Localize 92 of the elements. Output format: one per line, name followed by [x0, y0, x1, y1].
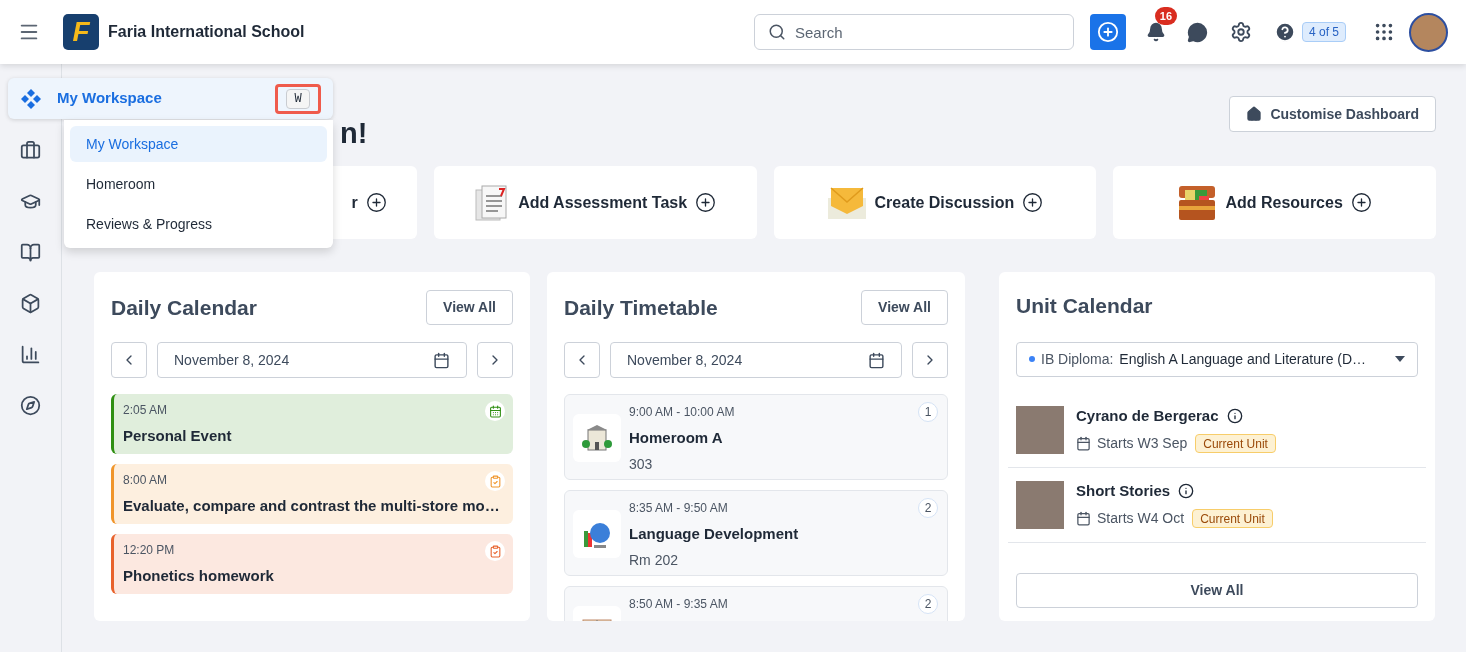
plus-circle-icon	[1022, 192, 1044, 213]
event-title: Phonetics homework	[123, 566, 274, 586]
chest-icon	[1177, 183, 1218, 222]
event-time: 12:20 PM	[123, 542, 175, 559]
period-number: 2	[918, 594, 938, 614]
plus-circle-icon	[695, 192, 717, 213]
view-all-button[interactable]: View All	[426, 290, 513, 325]
calendar-icon	[488, 404, 502, 418]
plus-icon	[1096, 21, 1119, 43]
cube-icon[interactable]	[20, 293, 41, 314]
clipboard-icon	[488, 544, 502, 558]
unit-start: Starts W4 Oct	[1097, 509, 1185, 529]
clipboard-icon	[488, 474, 502, 488]
logo: F	[63, 14, 99, 50]
building-icon	[582, 424, 612, 452]
view-all-button[interactable]: View All	[1016, 572, 1418, 608]
avatar[interactable]	[1409, 12, 1448, 52]
plus-circle-icon	[1350, 192, 1372, 213]
info-icon[interactable]	[1226, 408, 1243, 424]
event-time: 8:00 AM	[123, 472, 168, 489]
current-unit-badge: Current Unit	[1192, 509, 1273, 529]
event-card[interactable]: 8:00 AM Evaluate, compare and contrast the multi-store mo…	[111, 464, 513, 524]
calendar-icon	[868, 351, 885, 369]
caret-icon	[1395, 356, 1405, 362]
add-button[interactable]	[1089, 14, 1126, 50]
class-card[interactable]: 8:35 AM - 9:50 AM Language Development Rm 202 2	[564, 490, 948, 576]
class-title: Homeroom A	[629, 428, 724, 448]
plus-circle-icon	[365, 192, 387, 213]
period-number: 2	[918, 498, 938, 518]
quick-action-card[interactable]: Add Resources	[1113, 166, 1436, 239]
book-icon[interactable]	[20, 242, 41, 263]
dropdown-item[interactable]: My Workspace	[70, 126, 327, 162]
date-field[interactable]: November 8, 2024	[157, 342, 467, 378]
shortcut-key: W	[275, 83, 321, 114]
panel-title: Daily Calendar	[111, 294, 257, 321]
dropdown-item[interactable]: Homeroom	[70, 166, 327, 202]
settings-icon[interactable]	[1229, 21, 1252, 43]
greeting-heading: n!	[340, 116, 368, 151]
photo-placeholder	[1016, 480, 1064, 529]
apps-grid-icon[interactable]	[1373, 21, 1395, 43]
quick-action-card[interactable]: Add Assessment Task	[433, 166, 757, 239]
dropdown-item[interactable]: Reviews & Progress	[70, 206, 327, 242]
event-title: Evaluate, compare and contrast the multi-store mo…	[123, 496, 500, 516]
workspace-menu-item[interactable]: My Workspace W	[8, 78, 333, 119]
view-all-button[interactable]: View All	[861, 290, 948, 325]
dropdown-value: English A Language and Literature (D…	[1119, 349, 1367, 369]
panel-title: Daily Timetable	[564, 294, 718, 321]
bell-icon[interactable]	[1145, 22, 1166, 42]
event-card[interactable]: 2:05 AM Personal Event	[111, 394, 513, 454]
class-title: Language Development	[629, 524, 799, 544]
class-card[interactable]: 8:50 AM - 9:35 AM 2	[564, 586, 948, 621]
calendar-icon	[433, 351, 450, 369]
compass-icon[interactable]	[20, 395, 41, 416]
event-time: 2:05 AM	[123, 402, 168, 419]
unit-title[interactable]: Short Stories	[1076, 479, 1171, 503]
diamonds-icon	[20, 87, 42, 110]
date-text: November 8, 2024	[627, 350, 743, 370]
event-title: Personal Event	[123, 426, 232, 446]
workspace-label: My Workspace	[57, 88, 162, 109]
date-text: November 8, 2024	[174, 350, 290, 370]
search-field[interactable]: Search	[753, 14, 1074, 50]
progress-badge[interactable]: 4 of 5	[1301, 22, 1346, 42]
calendar-icon	[1076, 436, 1091, 452]
class-time: 8:50 AM - 9:35 AM	[629, 596, 728, 613]
envelope-icon	[826, 185, 867, 220]
class-room: Rm 202	[629, 550, 680, 570]
help-icon[interactable]	[1273, 21, 1296, 43]
class-time: 9:00 AM - 10:00 AM	[629, 404, 735, 421]
school-name: Faria International School	[108, 22, 305, 42]
period-number: 1	[918, 402, 938, 422]
current-unit-badge: Current Unit	[1195, 434, 1276, 454]
search-icon	[767, 23, 786, 41]
photo-placeholder	[1016, 405, 1064, 454]
class-card[interactable]: 9:00 AM - 10:00 AM Homeroom A 303 1	[564, 394, 948, 480]
class-time: 8:35 AM - 9:50 AM	[629, 500, 729, 517]
quick-action-card[interactable]: Create Discussion	[773, 166, 1097, 239]
event-card[interactable]: 12:20 PM Phonetics homework	[111, 534, 513, 594]
notification-badge: 16	[1154, 7, 1177, 25]
customise-dashboard-button[interactable]: Customise Dashboard	[1229, 96, 1436, 132]
calendar-icon	[1076, 511, 1091, 527]
date-field[interactable]: November 8, 2024	[610, 342, 902, 378]
chat-icon[interactable]	[1186, 21, 1208, 43]
panel-title: Unit Calendar	[1016, 293, 1153, 319]
graduation-cap-icon[interactable]	[20, 191, 41, 212]
subject-dropdown[interactable]: IB Diploma: English A Language and Literature (D…	[1016, 341, 1418, 377]
info-icon[interactable]	[1178, 483, 1195, 499]
bar-chart-icon[interactable]	[20, 344, 41, 365]
class-room: 303	[629, 454, 654, 474]
briefcase-icon[interactable]	[20, 140, 41, 161]
unit-start: Starts W3 Sep	[1097, 434, 1188, 454]
dropdown-label: IB Diploma:	[1041, 349, 1114, 369]
unit-title[interactable]: Cyrano de Bergerac	[1076, 404, 1219, 428]
